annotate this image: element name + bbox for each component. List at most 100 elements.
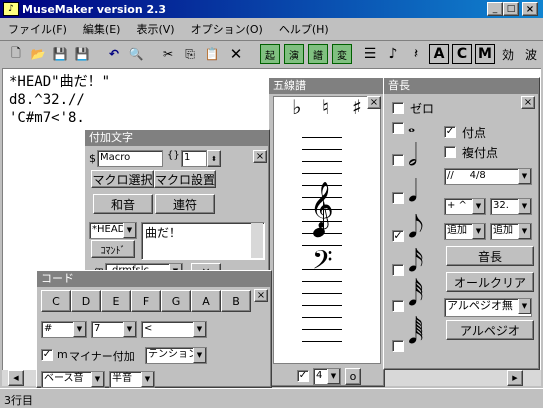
tie-group-button[interactable]: 連符	[155, 194, 215, 214]
angle-select[interactable]: < ▼	[141, 321, 207, 338]
staff-checkbox[interactable]: ✓	[297, 370, 309, 382]
staff-value-select[interactable]: 4 ▼	[313, 368, 341, 385]
add-select-2[interactable]: 追加 ▼	[490, 223, 532, 240]
note-checkbox-7[interactable]	[392, 340, 404, 352]
note-g-button[interactable]: G	[161, 290, 191, 312]
note-checkbox-5[interactable]	[392, 264, 404, 276]
flat-icon[interactable]: ♭	[292, 95, 301, 119]
tool-green2-icon[interactable]: 演	[284, 44, 304, 64]
count-spinner[interactable]: ⬍	[207, 150, 221, 167]
list-icon[interactable]: ☰	[360, 44, 380, 64]
add-select-1[interactable]: 追加 ▼	[444, 223, 486, 240]
note-e-button[interactable]: E	[101, 290, 131, 312]
tension-select[interactable]: テンション ▼	[145, 347, 207, 364]
note-b-button[interactable]: B	[221, 290, 251, 312]
note-a-button[interactable]: A	[191, 290, 221, 312]
app-icon: ♪	[3, 2, 19, 16]
menu-view[interactable]: 表示(V)	[128, 21, 182, 37]
note-stem-icon	[323, 202, 324, 232]
close-button[interactable]: ×	[522, 2, 538, 16]
arpeggio-button[interactable]: アルペジオ	[446, 320, 534, 340]
scroll-left-icon[interactable]: ◀	[8, 370, 24, 386]
all-clear-button[interactable]: オールクリア	[446, 272, 534, 292]
save-as-icon[interactable]: 💾	[72, 44, 92, 64]
delete-icon[interactable]: ✕	[226, 44, 246, 64]
tool-green4-icon[interactable]: 変	[332, 44, 352, 64]
note-checkbox-2[interactable]	[392, 154, 404, 166]
paste-icon[interactable]: 📋	[202, 44, 222, 64]
chord-close-button[interactable]: ×	[254, 289, 268, 302]
note-tool-icon[interactable]: ♪	[383, 44, 403, 64]
tool-effect-icon[interactable]: 効	[498, 44, 518, 64]
double-dotted-checkbox[interactable]	[444, 146, 456, 158]
note-f-button[interactable]: F	[131, 290, 161, 312]
note-checkbox-3[interactable]	[392, 192, 404, 204]
menu-file[interactable]: ファイル(F)	[0, 21, 75, 37]
chord-button[interactable]: 和音	[93, 194, 153, 214]
menu-options[interactable]: オプション(O)	[183, 21, 271, 37]
zero-checkbox[interactable]	[392, 102, 404, 114]
open-folder-icon[interactable]: 📂	[28, 44, 48, 64]
text-scrollbar[interactable]	[251, 223, 263, 258]
note-checkbox-4[interactable]: ✓	[392, 230, 404, 242]
undo-icon[interactable]: ↶	[104, 44, 124, 64]
macro-input[interactable]: Macro	[97, 150, 163, 167]
staff-o-button[interactable]: o	[345, 368, 361, 385]
macro-settings-button[interactable]: マクロ設置	[154, 170, 216, 188]
length-num-select[interactable]: 32. ▼	[490, 198, 532, 215]
tool-wave-icon[interactable]: 波	[521, 44, 541, 64]
tool-green3-icon[interactable]: 譜	[308, 44, 328, 64]
tool-green1-icon[interactable]: 起	[260, 44, 280, 64]
minimize-button[interactable]: _	[487, 2, 503, 16]
scroll-right-icon[interactable]: ▶	[507, 370, 523, 386]
fraction-select[interactable]: // 4/8 ▼	[444, 168, 532, 185]
note-d-button[interactable]: D	[71, 290, 101, 312]
semitone-select[interactable]: 半音 ▼	[109, 371, 155, 388]
copy-icon[interactable]: ⎘	[180, 44, 200, 64]
maximize-button[interactable]: □	[503, 2, 519, 16]
print-preview-icon[interactable]: 🔍	[126, 44, 146, 64]
status-bar: 3行目	[0, 388, 543, 408]
length-close-button[interactable]: ×	[521, 96, 535, 109]
staff-close-button[interactable]: ×	[367, 96, 381, 109]
tool-m-icon[interactable]: M	[475, 44, 495, 64]
menu-help[interactable]: ヘルプ(H)	[271, 21, 337, 37]
chord-panel-title: コード	[37, 271, 271, 287]
arpeggio-select[interactable]: アルペジオ無 ▼	[444, 298, 532, 317]
menu-bar: ファイル(F) 編集(E) 表示(V) オプション(O) ヘルプ(H)	[0, 19, 543, 39]
chord-num-select[interactable]: 7 ▼	[91, 321, 137, 338]
dotted-checkbox[interactable]: ✓	[444, 126, 456, 138]
minor-checkbox[interactable]: ✓	[41, 349, 53, 361]
tie-select[interactable]: + ^ ▼	[444, 198, 486, 215]
cut-icon[interactable]: ✂	[158, 44, 178, 64]
addtext-close-button[interactable]: ×	[253, 150, 267, 163]
window-title: MuseMaker version 2.3	[22, 2, 166, 16]
editor-line: d8.^32.//	[9, 92, 85, 108]
half-note-icon: 𝅗𝅥	[408, 138, 418, 173]
sharp-icon[interactable]: ♯	[352, 95, 362, 119]
command-button[interactable]: ｺﾏﾝﾄﾞ	[91, 240, 135, 258]
sharp-select[interactable]: # ▼	[41, 321, 87, 338]
natural-icon[interactable]: ♮	[322, 95, 329, 119]
tool-a-icon[interactable]: A	[429, 44, 449, 64]
new-file-icon[interactable]: 🗋	[6, 44, 26, 64]
addtext-panel-title: 付加文字	[85, 130, 269, 146]
double-dotted-label: 複付点	[462, 146, 499, 160]
menu-edit[interactable]: 編集(E)	[75, 21, 129, 37]
save-icon[interactable]: 💾	[50, 44, 70, 64]
editor-line: 'C#m7<'8.	[9, 110, 85, 126]
bass-select[interactable]: ベース音 ▼	[41, 371, 105, 388]
note-checkbox-6[interactable]	[392, 300, 404, 312]
count-input[interactable]: 1	[181, 150, 207, 167]
tool-c-icon[interactable]: C	[452, 44, 472, 64]
rest-tool-icon[interactable]: 𝄽	[406, 44, 426, 64]
chord-panel: コード × C D E F G A B # ▼ 7 ▼ < ▼ ✓ m マイナー付加 …	[36, 270, 272, 388]
macro-select-button[interactable]: マクロ選択	[91, 170, 154, 188]
head-select[interactable]: *HEAD ▼	[89, 222, 137, 239]
note-c-button[interactable]: C	[41, 290, 71, 312]
text-input[interactable]: 曲だ！	[141, 222, 265, 260]
minor-label: m	[57, 348, 68, 361]
note-checkbox-1[interactable]	[392, 122, 404, 134]
eighth-note-icon: 𝅘𝅥𝅮	[408, 210, 424, 245]
length-button[interactable]: 音長	[446, 246, 534, 266]
